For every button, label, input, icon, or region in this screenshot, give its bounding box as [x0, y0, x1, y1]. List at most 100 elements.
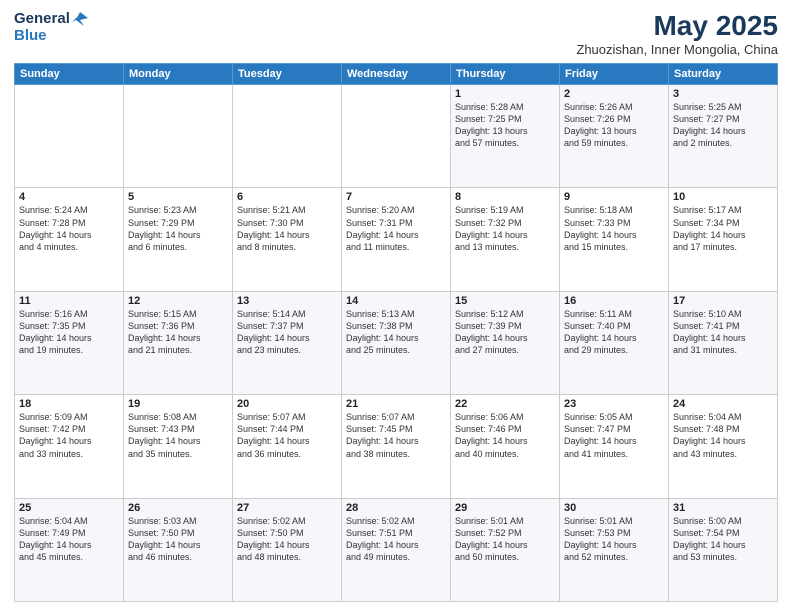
- calendar-cell: 8Sunrise: 5:19 AM Sunset: 7:32 PM Daylig…: [451, 188, 560, 291]
- day-info: Sunrise: 5:14 AM Sunset: 7:37 PM Dayligh…: [237, 308, 337, 357]
- day-number: 28: [346, 502, 446, 514]
- calendar-table: Sunday Monday Tuesday Wednesday Thursday…: [14, 63, 778, 602]
- day-info: Sunrise: 5:09 AM Sunset: 7:42 PM Dayligh…: [19, 411, 119, 460]
- calendar-cell: 14Sunrise: 5:13 AM Sunset: 7:38 PM Dayli…: [342, 291, 451, 394]
- day-info: Sunrise: 5:17 AM Sunset: 7:34 PM Dayligh…: [673, 204, 773, 253]
- day-number: 23: [564, 398, 664, 410]
- logo-general: General: [14, 10, 70, 27]
- day-number: 3: [673, 88, 773, 100]
- day-number: 5: [128, 191, 228, 203]
- calendar-cell: 12Sunrise: 5:15 AM Sunset: 7:36 PM Dayli…: [124, 291, 233, 394]
- calendar-cell: [233, 85, 342, 188]
- day-info: Sunrise: 5:28 AM Sunset: 7:25 PM Dayligh…: [455, 101, 555, 150]
- day-info: Sunrise: 5:07 AM Sunset: 7:45 PM Dayligh…: [346, 411, 446, 460]
- logo: General Blue: [14, 10, 88, 45]
- header: General Blue May 2025 Zhuozishan, Inner …: [14, 10, 778, 57]
- day-info: Sunrise: 5:04 AM Sunset: 7:48 PM Dayligh…: [673, 411, 773, 460]
- day-number: 25: [19, 502, 119, 514]
- calendar-cell: 10Sunrise: 5:17 AM Sunset: 7:34 PM Dayli…: [669, 188, 778, 291]
- day-number: 12: [128, 295, 228, 307]
- col-monday: Monday: [124, 64, 233, 85]
- calendar-cell: 29Sunrise: 5:01 AM Sunset: 7:52 PM Dayli…: [451, 498, 560, 601]
- day-number: 10: [673, 191, 773, 203]
- calendar-cell: 18Sunrise: 5:09 AM Sunset: 7:42 PM Dayli…: [15, 395, 124, 498]
- calendar-cell: 25Sunrise: 5:04 AM Sunset: 7:49 PM Dayli…: [15, 498, 124, 601]
- calendar-week-row-5: 25Sunrise: 5:04 AM Sunset: 7:49 PM Dayli…: [15, 498, 778, 601]
- calendar-cell: 22Sunrise: 5:06 AM Sunset: 7:46 PM Dayli…: [451, 395, 560, 498]
- day-info: Sunrise: 5:18 AM Sunset: 7:33 PM Dayligh…: [564, 204, 664, 253]
- day-number: 6: [237, 191, 337, 203]
- calendar-cell: 24Sunrise: 5:04 AM Sunset: 7:48 PM Dayli…: [669, 395, 778, 498]
- calendar-header-row: Sunday Monday Tuesday Wednesday Thursday…: [15, 64, 778, 85]
- day-number: 19: [128, 398, 228, 410]
- col-wednesday: Wednesday: [342, 64, 451, 85]
- day-number: 27: [237, 502, 337, 514]
- col-thursday: Thursday: [451, 64, 560, 85]
- day-info: Sunrise: 5:08 AM Sunset: 7:43 PM Dayligh…: [128, 411, 228, 460]
- day-number: 24: [673, 398, 773, 410]
- day-number: 17: [673, 295, 773, 307]
- calendar-cell: 1Sunrise: 5:28 AM Sunset: 7:25 PM Daylig…: [451, 85, 560, 188]
- col-saturday: Saturday: [669, 64, 778, 85]
- day-info: Sunrise: 5:04 AM Sunset: 7:49 PM Dayligh…: [19, 515, 119, 564]
- calendar-cell: 9Sunrise: 5:18 AM Sunset: 7:33 PM Daylig…: [560, 188, 669, 291]
- logo-blue: Blue: [14, 27, 47, 44]
- calendar-cell: 31Sunrise: 5:00 AM Sunset: 7:54 PM Dayli…: [669, 498, 778, 601]
- day-info: Sunrise: 5:05 AM Sunset: 7:47 PM Dayligh…: [564, 411, 664, 460]
- calendar-cell: 7Sunrise: 5:20 AM Sunset: 7:31 PM Daylig…: [342, 188, 451, 291]
- day-number: 14: [346, 295, 446, 307]
- logo-bird-icon: [72, 10, 88, 26]
- day-info: Sunrise: 5:25 AM Sunset: 7:27 PM Dayligh…: [673, 101, 773, 150]
- day-info: Sunrise: 5:26 AM Sunset: 7:26 PM Dayligh…: [564, 101, 664, 150]
- calendar-cell: 27Sunrise: 5:02 AM Sunset: 7:50 PM Dayli…: [233, 498, 342, 601]
- calendar-cell: 11Sunrise: 5:16 AM Sunset: 7:35 PM Dayli…: [15, 291, 124, 394]
- day-info: Sunrise: 5:02 AM Sunset: 7:51 PM Dayligh…: [346, 515, 446, 564]
- day-number: 21: [346, 398, 446, 410]
- col-tuesday: Tuesday: [233, 64, 342, 85]
- day-info: Sunrise: 5:15 AM Sunset: 7:36 PM Dayligh…: [128, 308, 228, 357]
- calendar-cell: 6Sunrise: 5:21 AM Sunset: 7:30 PM Daylig…: [233, 188, 342, 291]
- calendar-cell: 4Sunrise: 5:24 AM Sunset: 7:28 PM Daylig…: [15, 188, 124, 291]
- calendar-cell: 17Sunrise: 5:10 AM Sunset: 7:41 PM Dayli…: [669, 291, 778, 394]
- day-number: 31: [673, 502, 773, 514]
- location-title: Zhuozishan, Inner Mongolia, China: [576, 42, 778, 57]
- day-number: 20: [237, 398, 337, 410]
- calendar-cell: 15Sunrise: 5:12 AM Sunset: 7:39 PM Dayli…: [451, 291, 560, 394]
- day-number: 9: [564, 191, 664, 203]
- col-sunday: Sunday: [15, 64, 124, 85]
- calendar-cell: [124, 85, 233, 188]
- calendar-cell: 13Sunrise: 5:14 AM Sunset: 7:37 PM Dayli…: [233, 291, 342, 394]
- col-friday: Friday: [560, 64, 669, 85]
- day-info: Sunrise: 5:16 AM Sunset: 7:35 PM Dayligh…: [19, 308, 119, 357]
- day-info: Sunrise: 5:03 AM Sunset: 7:50 PM Dayligh…: [128, 515, 228, 564]
- day-info: Sunrise: 5:21 AM Sunset: 7:30 PM Dayligh…: [237, 204, 337, 253]
- day-number: 22: [455, 398, 555, 410]
- day-info: Sunrise: 5:07 AM Sunset: 7:44 PM Dayligh…: [237, 411, 337, 460]
- day-number: 29: [455, 502, 555, 514]
- calendar-week-row-1: 1Sunrise: 5:28 AM Sunset: 7:25 PM Daylig…: [15, 85, 778, 188]
- day-number: 16: [564, 295, 664, 307]
- day-number: 11: [19, 295, 119, 307]
- day-info: Sunrise: 5:13 AM Sunset: 7:38 PM Dayligh…: [346, 308, 446, 357]
- day-info: Sunrise: 5:12 AM Sunset: 7:39 PM Dayligh…: [455, 308, 555, 357]
- day-number: 2: [564, 88, 664, 100]
- day-number: 15: [455, 295, 555, 307]
- day-info: Sunrise: 5:01 AM Sunset: 7:53 PM Dayligh…: [564, 515, 664, 564]
- calendar-cell: [15, 85, 124, 188]
- title-block: May 2025 Zhuozishan, Inner Mongolia, Chi…: [576, 10, 778, 57]
- day-number: 26: [128, 502, 228, 514]
- calendar-cell: 26Sunrise: 5:03 AM Sunset: 7:50 PM Dayli…: [124, 498, 233, 601]
- day-number: 4: [19, 191, 119, 203]
- day-info: Sunrise: 5:00 AM Sunset: 7:54 PM Dayligh…: [673, 515, 773, 564]
- day-info: Sunrise: 5:19 AM Sunset: 7:32 PM Dayligh…: [455, 204, 555, 253]
- day-number: 18: [19, 398, 119, 410]
- day-number: 1: [455, 88, 555, 100]
- day-info: Sunrise: 5:06 AM Sunset: 7:46 PM Dayligh…: [455, 411, 555, 460]
- calendar-cell: 20Sunrise: 5:07 AM Sunset: 7:44 PM Dayli…: [233, 395, 342, 498]
- calendar-cell: 16Sunrise: 5:11 AM Sunset: 7:40 PM Dayli…: [560, 291, 669, 394]
- calendar-week-row-4: 18Sunrise: 5:09 AM Sunset: 7:42 PM Dayli…: [15, 395, 778, 498]
- day-number: 8: [455, 191, 555, 203]
- calendar-cell: 2Sunrise: 5:26 AM Sunset: 7:26 PM Daylig…: [560, 85, 669, 188]
- page: General Blue May 2025 Zhuozishan, Inner …: [0, 0, 792, 612]
- day-number: 13: [237, 295, 337, 307]
